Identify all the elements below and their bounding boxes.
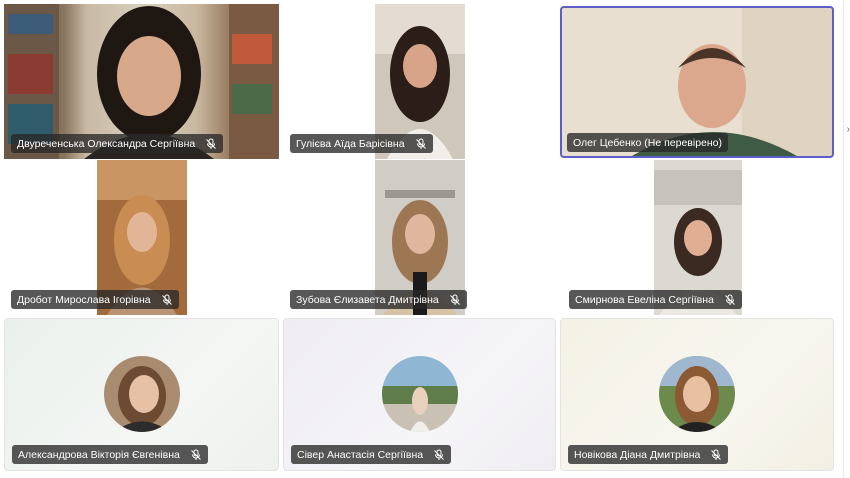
participant-name-tag: Зубова Єлизавета Дмитрівна xyxy=(290,290,467,309)
participant-tile[interactable]: Зубова Єлизавета Дмитрівна xyxy=(283,160,556,315)
participant-name: Александрова Вікторія Євгенівна xyxy=(18,448,180,461)
avatar xyxy=(381,356,458,432)
mic-off-icon xyxy=(434,449,444,460)
scrollbar[interactable] xyxy=(843,0,844,478)
participant-tile[interactable]: Дробот Мирослава Ігорівна xyxy=(4,160,279,315)
participant-tile[interactable]: Александрова Вікторія Євгенівна xyxy=(4,318,279,471)
participant-name: Гулієва Аїда Барісівна xyxy=(296,137,405,150)
participant-name-tag: Новікова Діана Дмитрівна xyxy=(568,445,729,464)
participant-tile[interactable]: Гулієва Аїда Барісівна xyxy=(283,4,556,159)
participant-name: Новікова Діана Дмитрівна xyxy=(574,448,701,461)
participant-tile[interactable]: Новікова Діана Дмитрівна xyxy=(560,318,834,471)
participant-name: Олег Цебенко (Не перевірено) xyxy=(573,136,723,149)
chevron-right-icon[interactable]: › xyxy=(847,124,850,135)
participant-tile[interactable]: Сівер Анастасія Сергіївна xyxy=(283,318,556,471)
participant-name-tag: Дробот Мирослава Ігорівна xyxy=(11,290,179,309)
mic-off-icon xyxy=(415,138,426,149)
participant-tile[interactable]: Олег Цебенко (Не перевірено) xyxy=(562,8,832,156)
participant-name: Зубова Єлизавета Дмитрівна xyxy=(296,293,439,306)
participant-name: Двуреченська Олександра Сергіївна xyxy=(17,137,196,150)
avatar xyxy=(103,356,180,432)
avatar xyxy=(659,356,735,432)
mic-off-icon xyxy=(191,449,201,460)
participant-tile[interactable]: Смирнова Евеліна Сергіївна xyxy=(562,160,834,315)
participant-name-tag: Гулієва Аїда Барісівна xyxy=(290,134,433,153)
participant-name: Дробот Мирослава Ігорівна xyxy=(17,293,151,306)
participant-name-tag: Олег Цебенко (Не перевірено) xyxy=(567,133,729,152)
mic-off-icon xyxy=(206,138,217,149)
mic-off-icon xyxy=(725,294,735,305)
participant-name-tag: Двуреченська Олександра Сергіївна xyxy=(11,134,224,153)
participant-name-tag: Смирнова Евеліна Сергіївна xyxy=(569,290,742,309)
participant-name: Смирнова Евеліна Сергіївна xyxy=(575,293,714,306)
mic-off-icon xyxy=(449,294,460,305)
mic-off-icon xyxy=(161,294,172,305)
participant-name-tag: Александрова Вікторія Євгенівна xyxy=(12,445,208,464)
participant-name: Сівер Анастасія Сергіївна xyxy=(297,448,424,461)
meeting-video-grid: Двуреченська Олександра Сергіївна Гулієв… xyxy=(0,0,850,478)
participant-name-tag: Сівер Анастасія Сергіївна xyxy=(291,445,452,464)
participant-tile[interactable]: Двуреченська Олександра Сергіївна xyxy=(4,4,279,159)
mic-off-icon xyxy=(711,449,722,460)
